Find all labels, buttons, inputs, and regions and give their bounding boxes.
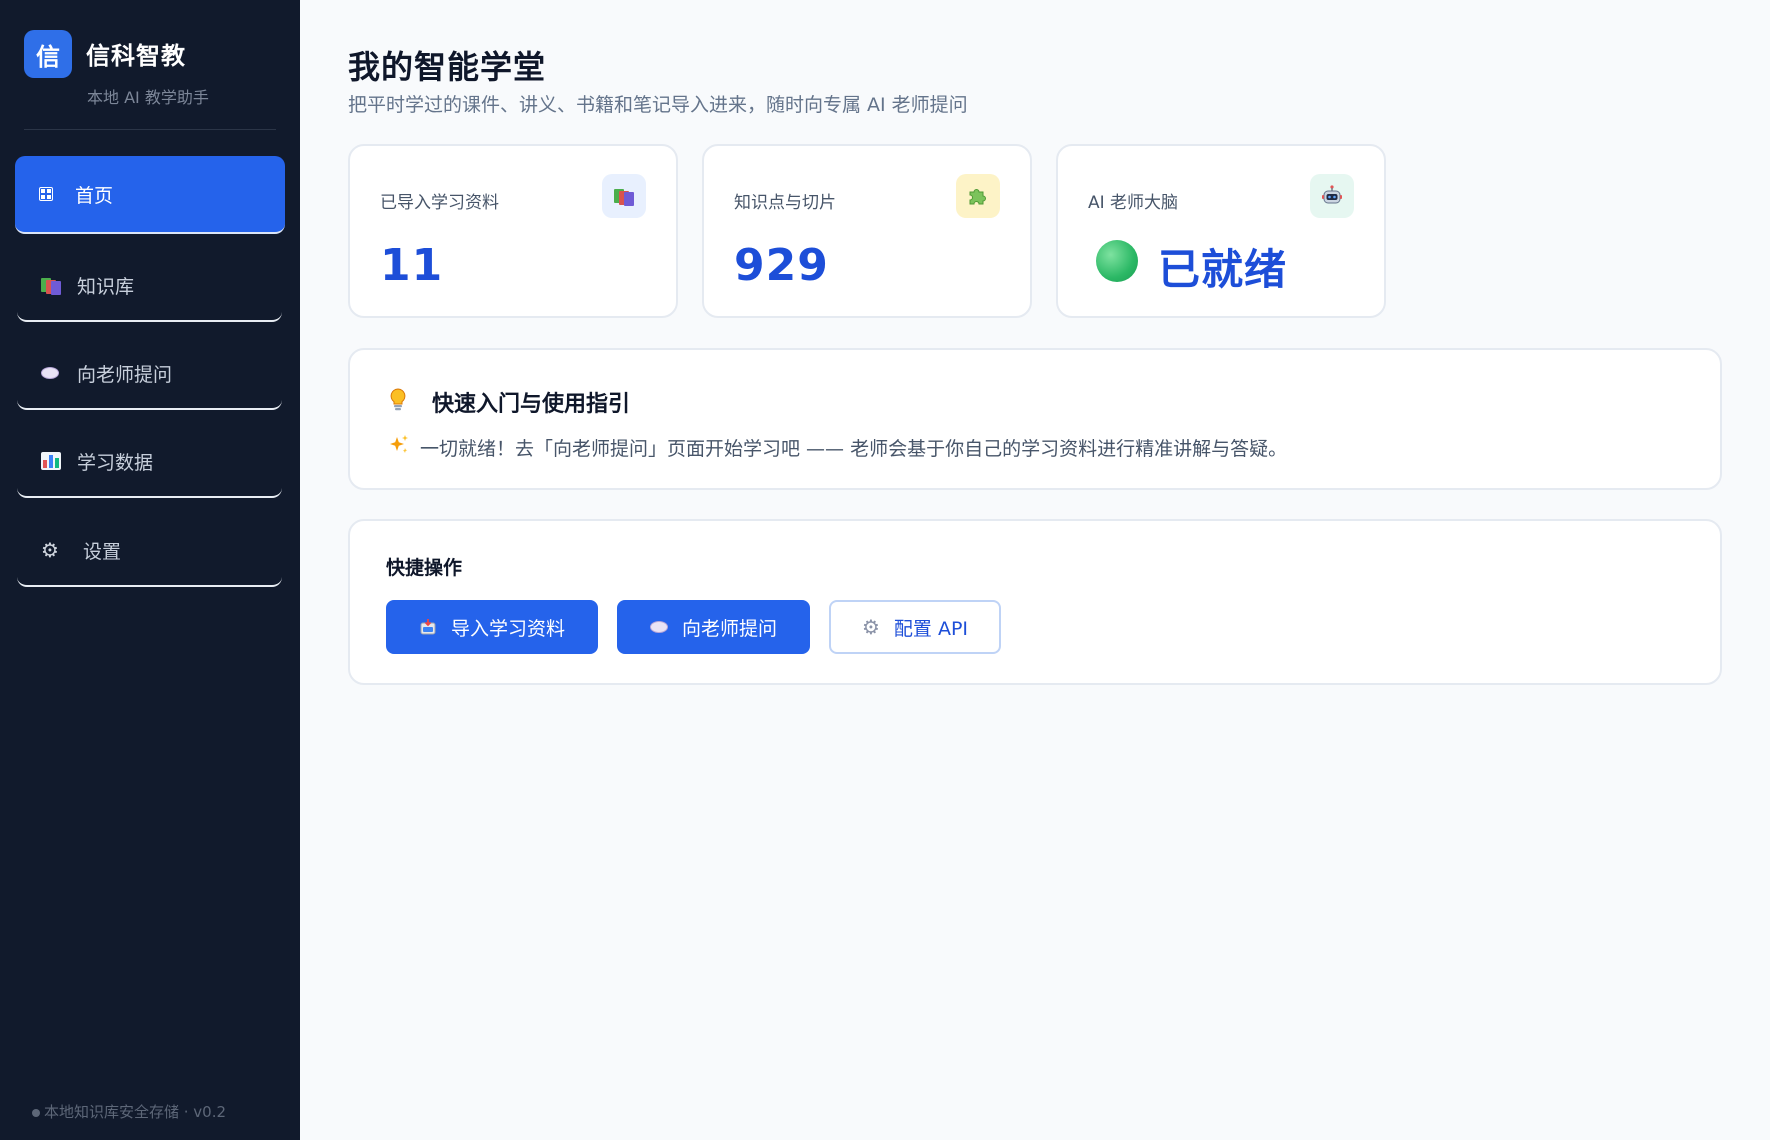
stat-card-materials: 已导入学习资料 11 xyxy=(348,144,678,318)
puzzle-icon xyxy=(956,174,1000,218)
sidebar-footer: 本地知识库安全存储 · v0.2 xyxy=(32,1101,226,1122)
stat-card-knowledge-points: 知识点与切片 929 xyxy=(702,144,1032,318)
app-subtitle: 本地 AI 教学助手 xyxy=(87,88,209,107)
sidebar-item-label: 知识库 xyxy=(77,275,135,298)
sidebar-divider xyxy=(24,129,276,130)
guide-title: 快速入门与使用指引 xyxy=(432,392,631,417)
quick-actions-card: 快捷操作 导入学习资料 向老师提问 ⚙ 配置 API xyxy=(348,519,1722,685)
gear-icon: ⚙ xyxy=(861,615,880,639)
page-subtitle: 把平时学过的课件、讲义、书籍和笔记导入进来，随时向专属 AI 老师提问 xyxy=(348,94,968,116)
quick-actions-title: 快捷操作 xyxy=(386,557,463,579)
app-logo: 信 xyxy=(24,30,72,78)
sidebar-item-ask-teacher[interactable]: 向老师提问 xyxy=(17,338,282,410)
import-materials-button[interactable]: 导入学习资料 xyxy=(386,600,598,654)
stat-value: 已就绪 xyxy=(1158,245,1288,294)
gear-icon: ⚙ xyxy=(41,538,59,562)
home-grid-icon xyxy=(39,187,69,201)
ready-status-dot xyxy=(1096,240,1138,282)
configure-api-button[interactable]: ⚙ 配置 API xyxy=(829,600,1001,654)
main-content: 我的智能学堂 把平时学过的课件、讲义、书籍和笔记导入进来，随时向专属 AI 老师… xyxy=(300,0,1770,1140)
books-icon xyxy=(41,276,71,295)
speech-bubble-icon xyxy=(41,367,71,379)
lightbulb-icon xyxy=(388,388,408,416)
sidebar-item-learning-data[interactable]: 学习数据 xyxy=(17,426,282,498)
stat-value: 11 xyxy=(380,240,444,291)
robot-icon xyxy=(1310,174,1354,218)
stat-label: 已导入学习资料 xyxy=(380,193,499,213)
books-icon xyxy=(602,174,646,218)
sidebar-item-knowledge-base[interactable]: 知识库 xyxy=(17,250,282,322)
app-name: 信科智教 xyxy=(86,42,186,70)
page-title: 我的智能学堂 xyxy=(348,48,547,86)
bar-chart-icon xyxy=(41,452,71,470)
guide-text: 一切就绪！去「向老师提问」页面开始学习吧 —— 老师会基于你自己的学习资料进行精… xyxy=(420,438,1288,460)
sidebar-item-label: 设置 xyxy=(83,540,122,563)
status-dot-icon xyxy=(32,1108,40,1117)
inbox-icon xyxy=(419,618,437,636)
ask-teacher-button[interactable]: 向老师提问 xyxy=(617,600,810,654)
stat-value: 929 xyxy=(734,240,829,291)
sparkles-icon xyxy=(388,434,410,461)
button-label: 配置 API xyxy=(893,617,969,640)
sidebar-item-label: 首页 xyxy=(75,184,114,207)
sidebar-item-label: 向老师提问 xyxy=(77,363,173,386)
sidebar-item-home[interactable]: 首页 xyxy=(15,156,285,234)
stat-card-ai-brain: AI 老师大脑 已就绪 xyxy=(1056,144,1386,318)
button-label: 向老师提问 xyxy=(681,617,777,640)
quick-start-guide-card: 快速入门与使用指引 一切就绪！去「向老师提问」页面开始学习吧 —— 老师会基于你… xyxy=(348,348,1722,490)
stat-label: 知识点与切片 xyxy=(734,193,836,213)
stat-label: AI 老师大脑 xyxy=(1088,193,1179,213)
sidebar-item-settings[interactable]: ⚙ 设置 xyxy=(17,515,282,587)
button-label: 导入学习资料 xyxy=(450,617,565,640)
sidebar: 信 信科智教 本地 AI 教学助手 首页 知识库 向老师提问 学习数据 ⚙ 设置… xyxy=(0,0,300,1140)
sidebar-item-label: 学习数据 xyxy=(77,451,154,474)
speech-bubble-icon xyxy=(649,621,668,633)
sidebar-footer-text: 本地知识库安全存储 · v0.2 xyxy=(44,1103,227,1121)
